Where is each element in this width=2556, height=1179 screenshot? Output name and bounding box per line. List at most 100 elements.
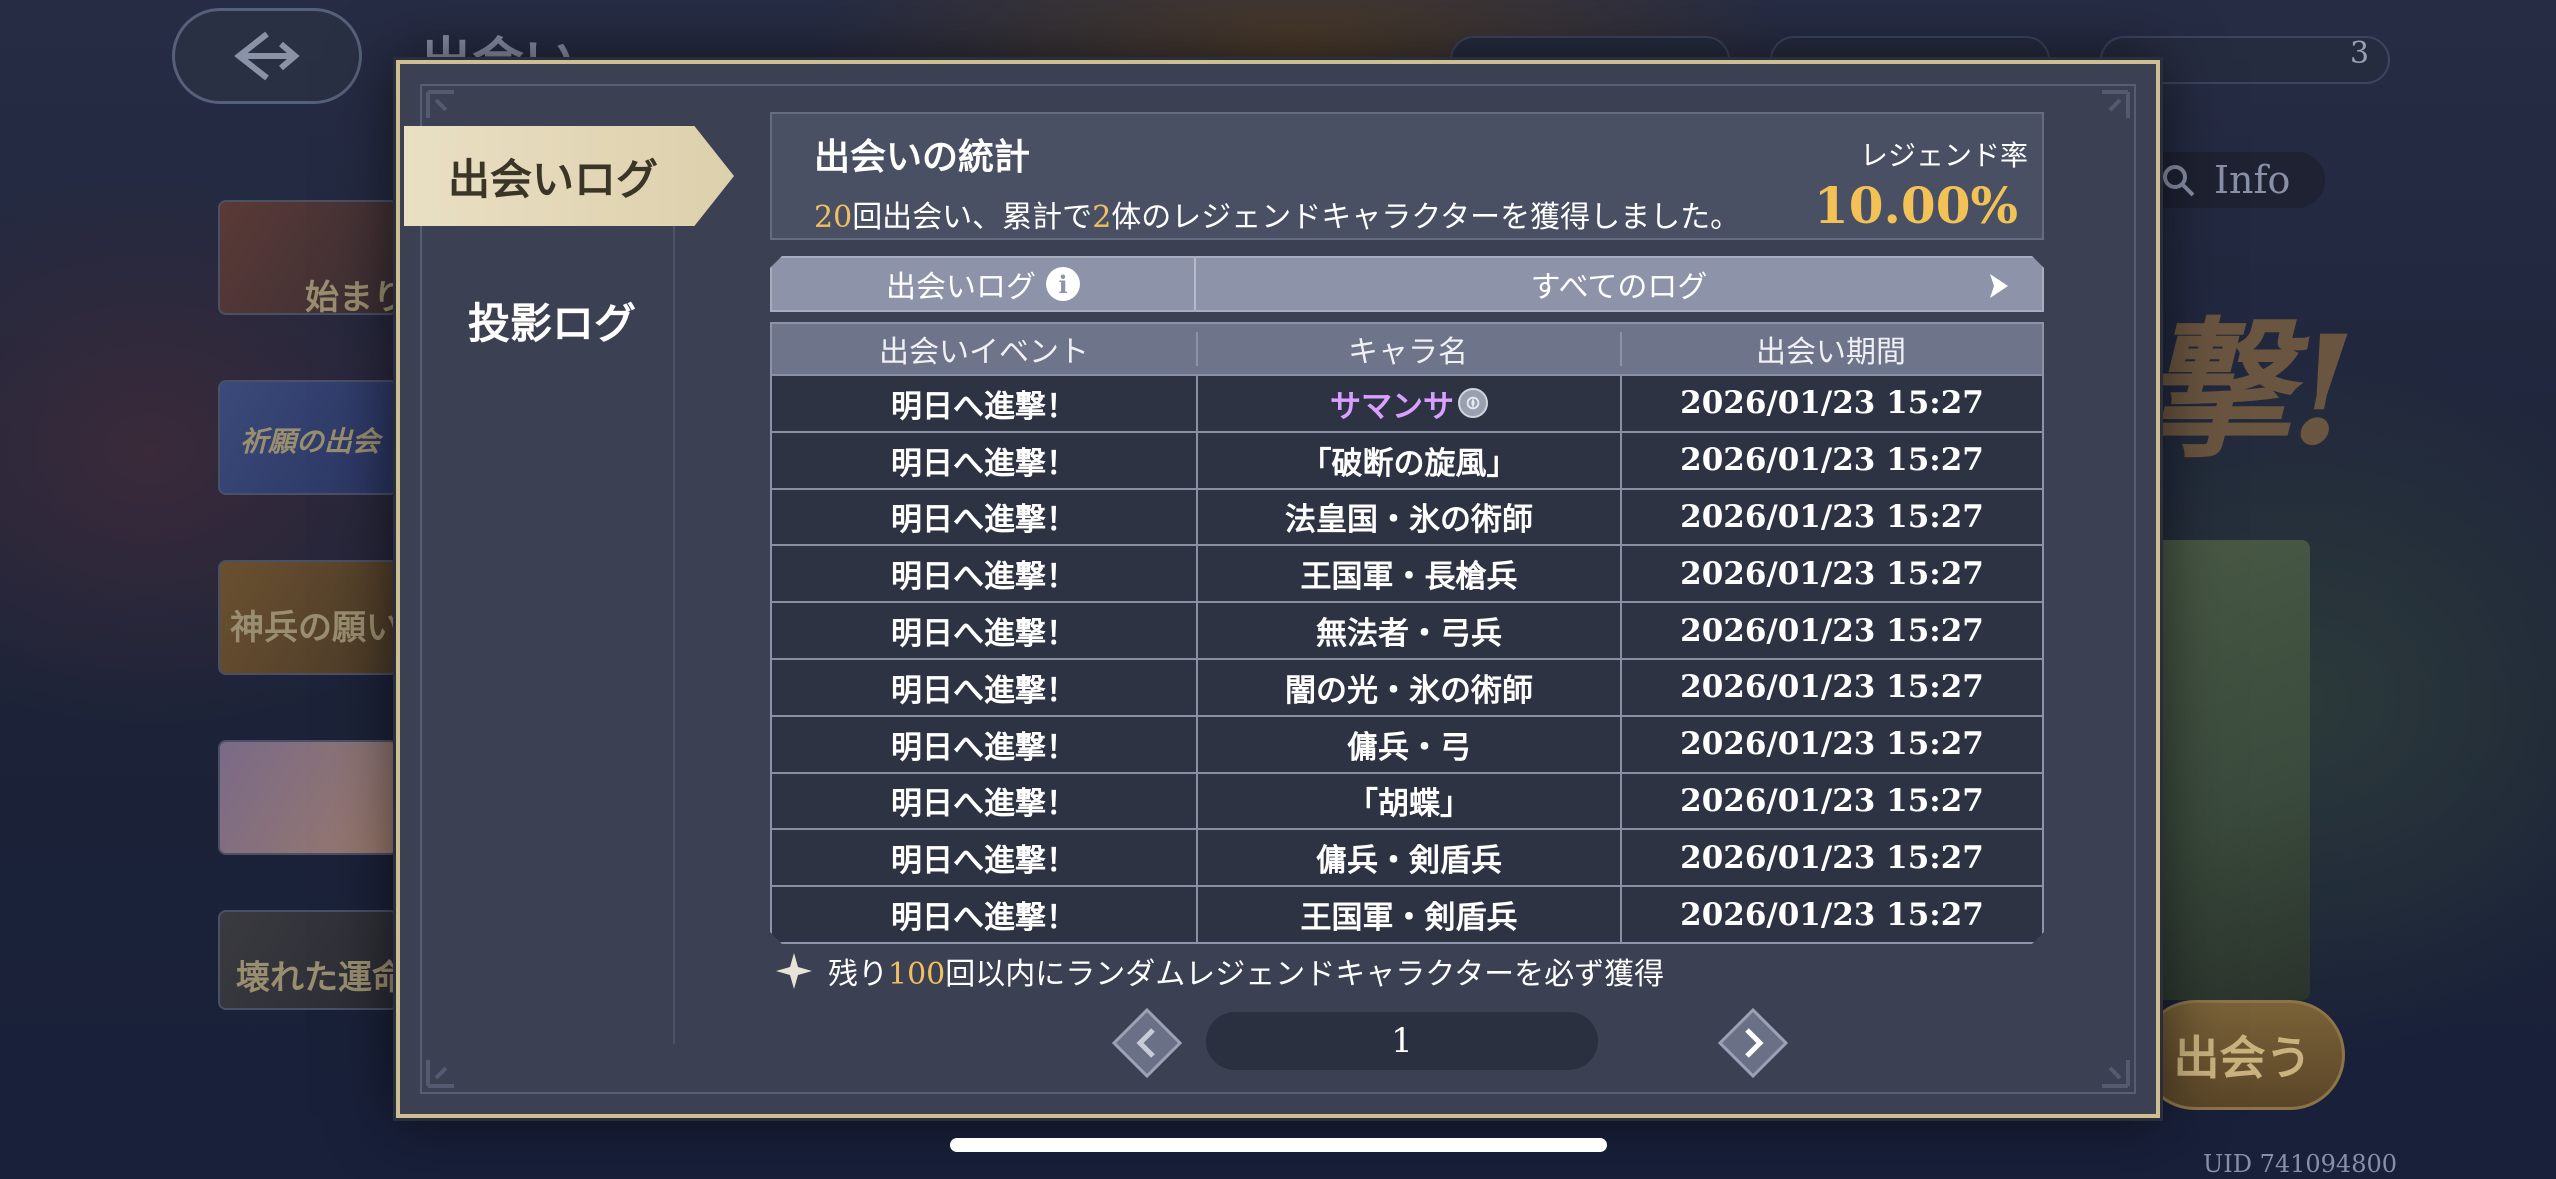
event-cell: 明日へ進撃！	[891, 900, 1077, 937]
table-row: 明日へ進撃！ 「胡蝶」 2026/01/23 15:27	[772, 772, 2042, 829]
character-cell: 「胡蝶」	[1196, 774, 1620, 829]
table-row: 明日へ進撃！ 闇の光・氷の術師 2026/01/23 15:27	[772, 658, 2042, 715]
log-type-label: 出会いログ i	[772, 258, 1196, 310]
log-filter-value: すべてのログ	[1530, 270, 1708, 305]
page-number: 1	[1206, 1012, 1598, 1070]
table-row: 明日へ進撃！ 傭兵・剣盾兵 2026/01/23 15:27	[772, 828, 2042, 885]
table-row: 明日へ進撃！ 「破断の旋風」 2026/01/23 15:27	[772, 431, 2042, 488]
stats-summary: 20回出会い、累計で2体のレジェンドキャラクターを獲得しました。	[814, 192, 1740, 236]
time-cell: 2026/01/23 15:27	[1620, 603, 2042, 658]
time-cell: 2026/01/23 15:27	[1620, 433, 2042, 488]
character-name: 「破断の旋風」	[1300, 445, 1518, 482]
tab-projection-log[interactable]: 投影ログ	[400, 280, 720, 360]
legend-rate-value: 10.00%	[1813, 176, 2018, 235]
info-icon[interactable]: i	[1046, 267, 1080, 301]
corner-ornament-icon	[426, 1060, 454, 1088]
time-cell: 2026/01/23 15:27	[1620, 830, 2042, 885]
legend-count: 2	[1092, 200, 1112, 235]
tab-label: 投影ログ	[468, 298, 637, 348]
event-cell: 明日へ進撃！	[891, 502, 1077, 539]
character-cell: サマンサ	[1196, 376, 1620, 431]
info-button[interactable]: Info	[2140, 152, 2325, 208]
search-icon	[2163, 165, 2195, 197]
time-cell: 2026/01/23 15:27	[1620, 376, 2042, 431]
character-name: 無法者・弓兵	[1316, 616, 1502, 653]
sparkle-icon	[776, 953, 812, 989]
tab-label: 出会いログ	[448, 154, 659, 204]
log-filter-bar: 出会いログ i すべてのログ	[770, 256, 2044, 312]
banner-card[interactable]	[218, 740, 398, 855]
table-row: 明日へ進撃！ 傭兵・弓 2026/01/23 15:27	[772, 715, 2042, 772]
pity-count: 100	[888, 957, 946, 992]
event-cell: 明日へ進撃！	[891, 729, 1077, 766]
corner-ornament-icon	[2102, 90, 2130, 118]
table-row: 明日へ進撃！ 無法者・弓兵 2026/01/23 15:27	[772, 601, 2042, 658]
character-cell: 傭兵・弓	[1196, 717, 1620, 772]
event-cell: 明日へ進撃！	[891, 445, 1077, 482]
character-name: 傭兵・剣盾兵	[1316, 843, 1502, 880]
pagination: 1	[1110, 1006, 1790, 1080]
table-header: 出会いイベント キャラ名 出会い期間	[772, 324, 2042, 374]
tab-encounter-log[interactable]: 出会いログ	[404, 126, 734, 226]
time-cell: 2026/01/23 15:27	[1620, 490, 2042, 545]
legend-rate-label: レジェンド率	[1859, 139, 2028, 172]
character-name: 傭兵・弓	[1347, 729, 1471, 766]
user-id: UID 741094800	[2203, 1150, 2398, 1178]
event-cell: 明日へ進撃！	[891, 786, 1077, 823]
event-cell: 明日へ進撃！	[891, 559, 1077, 596]
event-cell: 明日へ進撃！	[891, 672, 1077, 709]
banner-card-label: 壊れた運命	[236, 958, 406, 998]
character-cell: 王国軍・長槍兵	[1196, 546, 1620, 601]
character-cell: 無法者・弓兵	[1196, 603, 1620, 658]
character-name: 法皇国・氷の術師	[1285, 502, 1533, 539]
home-indicator[interactable]	[950, 1138, 1607, 1152]
banner-title: 撃!	[2140, 303, 2356, 479]
time-cell: 2026/01/23 15:27	[1620, 887, 2042, 942]
time-cell: 2026/01/23 15:27	[1620, 774, 2042, 829]
table-row: 明日へ進撃！ 王国軍・長槍兵 2026/01/23 15:27	[772, 544, 2042, 601]
pity-text: 回以内にランダムレジェンドキャラクターを必ず獲得	[945, 957, 1665, 992]
character-cell: 傭兵・剣盾兵	[1196, 830, 1620, 885]
character-cell: 法皇国・氷の術師	[1196, 490, 1620, 545]
character-cell: 王国軍・剣盾兵	[1196, 887, 1620, 942]
next-page-button[interactable]	[1716, 1006, 1790, 1080]
encounter-log-table: 出会いイベント キャラ名 出会い期間 明日へ進撃！ サマンサ 2026/01/23 …	[770, 322, 2044, 944]
event-cell: 明日へ進撃！	[891, 388, 1077, 425]
back-arrow-icon	[234, 31, 300, 81]
legend-badge-icon	[1458, 388, 1488, 418]
banner-card-label: 始まり	[305, 278, 407, 318]
table-row: 明日へ進撃！ サマンサ 2026/01/23 15:27	[772, 374, 2042, 431]
encounter-count: 20	[814, 200, 853, 235]
character-name: 「胡蝶」	[1347, 786, 1471, 823]
log-type-text: 出会いログ	[886, 270, 1036, 305]
stats-title: 出会いの統計	[814, 136, 1031, 178]
table-row: 明日へ進撃！ 法皇国・氷の術師 2026/01/23 15:27	[772, 488, 2042, 545]
log-filter-dropdown[interactable]: すべてのログ	[1196, 258, 2042, 310]
back-button[interactable]	[172, 8, 362, 104]
time-cell: 2026/01/23 15:27	[1620, 717, 2042, 772]
encounter-stats-panel: 出会いの統計 20回出会い、累計で2体のレジェンドキャラクターを獲得しました。 …	[770, 112, 2044, 240]
character-name: 王国軍・長槍兵	[1300, 559, 1518, 596]
currency-count: 3	[2350, 36, 2370, 71]
corner-ornament-icon	[2102, 1060, 2130, 1088]
banner-card-label: 神兵の願い	[230, 608, 400, 648]
time-cell: 2026/01/23 15:27	[1620, 546, 2042, 601]
character-cell: 闇の光・氷の術師	[1196, 660, 1620, 715]
column-header-character: キャラ名	[1196, 324, 1620, 374]
summary-text: 体のレジェンドキャラクターを獲得しました。	[1111, 200, 1741, 235]
prev-page-button[interactable]	[1110, 1006, 1184, 1080]
column-header-period: 出会い期間	[1620, 324, 2042, 374]
event-cell: 明日へ進撃！	[891, 843, 1077, 880]
pity-text: 残り	[828, 957, 888, 992]
encounter-button[interactable]: 出会う	[2140, 1000, 2345, 1110]
banner-card-label: 祈願の出会	[240, 425, 381, 458]
character-name: 王国軍・剣盾兵	[1300, 900, 1518, 937]
summary-text: 回出会い、累計で	[852, 200, 1093, 235]
time-cell: 2026/01/23 15:27	[1620, 660, 2042, 715]
info-label: Info	[2214, 158, 2291, 202]
encounter-log-dialog: 出会いログ 投影ログ 出会いの統計 20回出会い、累計で2体のレジェンドキャラク…	[396, 60, 2160, 1118]
character-name: サマンサ	[1330, 388, 1454, 425]
column-header-event: 出会いイベント	[879, 335, 1089, 370]
character-cell: 「破断の旋風」	[1196, 433, 1620, 488]
table-body: 明日へ進撃！ サマンサ 2026/01/23 15:27 明日へ進撃！ 「破断の旋風」 2…	[772, 374, 2042, 942]
